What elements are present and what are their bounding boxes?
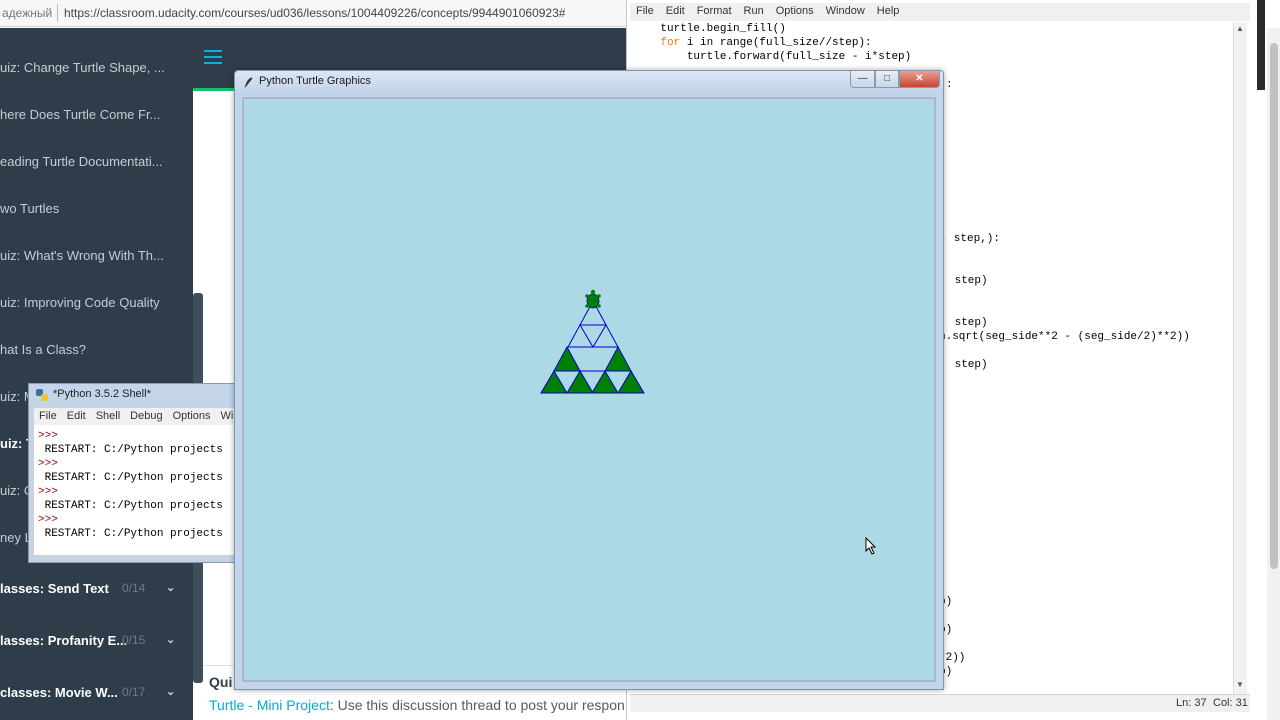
- sidebar-item-label: eading Turtle Documentati...: [0, 154, 163, 169]
- chevron-down-icon[interactable]: ⌄: [166, 581, 175, 594]
- shell-line: >>>: [38, 430, 58, 442]
- code-line: turtle.forward(full_size - i*step): [686, 51, 912, 63]
- discussion-body: : Use this discussion thread to post you…: [329, 697, 625, 713]
- turtle-window-title: Python Turtle Graphics: [259, 75, 371, 87]
- python-icon: [36, 389, 48, 401]
- sidebar-item[interactable]: here Does Turtle Come Fr...: [0, 107, 193, 122]
- code-line-fragment: step): [948, 317, 988, 329]
- feather-icon: [244, 77, 253, 88]
- menu-options[interactable]: Options: [168, 408, 216, 425]
- sidebar-item-label: hat Is a Class?: [0, 342, 86, 357]
- page-scrollbar-thumb[interactable]: [1270, 43, 1278, 569]
- filled-triangle: [617, 370, 645, 394]
- menu-edit[interactable]: Edit: [660, 3, 691, 21]
- sidebar-item[interactable]: uiz: Change Turtle Shape, ...: [0, 60, 193, 75]
- editor-statusbar: Ln: 37 Col: 31: [630, 694, 1250, 712]
- close-button[interactable]: ✕: [899, 71, 940, 88]
- editor-scrollbar[interactable]: ▲ ▼: [1233, 22, 1247, 694]
- course-sidebar: uiz: Change Turtle Shape, ... here Does …: [0, 28, 193, 720]
- editor-menubar: File Edit Format Run Options Window Help: [630, 3, 1250, 21]
- sidebar-lesson[interactable]: classes: Movie W... 0/17 ⌄: [0, 685, 193, 700]
- address-bar[interactable]: адежный https://classroom.udacity.com/co…: [0, 0, 626, 27]
- menu-edit[interactable]: Edit: [62, 408, 91, 425]
- line-number: Ln: 37: [1176, 697, 1207, 709]
- sidebar-item-label: uiz: What's Wrong With Th...: [0, 248, 164, 263]
- sidebar-lesson[interactable]: lasses: Profanity E... 0/15 ⌄: [0, 633, 193, 648]
- security-label: адежный: [2, 6, 53, 20]
- filled-triangle: [604, 345, 632, 372]
- sidebar-item-label: uiz: Improving Code Quality: [0, 295, 160, 310]
- code-line: for i in range(full_size//step):: [660, 37, 872, 49]
- code-line-fragment: step): [948, 275, 988, 287]
- scroll-down-icon[interactable]: ▼: [1236, 680, 1244, 689]
- shell-title: *Python 3.5.2 Shell*: [53, 388, 151, 400]
- menu-run[interactable]: Run: [738, 3, 770, 21]
- quiz-heading: Qui: [209, 674, 233, 690]
- shell-menubar: File Edit Shell Debug Options Wi: [34, 408, 240, 425]
- shell-line: RESTART: C:/Python projects: [38, 444, 223, 456]
- window-edge: [1254, 0, 1267, 720]
- column-number: Col: 31: [1213, 697, 1248, 709]
- url-text[interactable]: https://classroom.udacity.com/courses/ud…: [64, 6, 565, 20]
- filled-triangle: [566, 370, 594, 394]
- menu-shell[interactable]: Shell: [91, 408, 125, 425]
- filled-triangle: [540, 370, 568, 394]
- mouse-pointer-icon: [865, 537, 877, 555]
- sidebar-item[interactable]: hat Is a Class?: [0, 342, 193, 357]
- lesson-label: lasses: Profanity E...: [0, 633, 128, 648]
- hamburger-menu-icon[interactable]: [204, 50, 222, 64]
- shell-line: RESTART: C:/Python projects: [38, 528, 223, 540]
- menu-window[interactable]: Window: [820, 3, 871, 21]
- shell-output[interactable]: >>> RESTART: C:/Python projects >>> RESTA…: [34, 425, 240, 555]
- address-divider: [57, 4, 58, 22]
- code-line-fragment: step): [948, 359, 988, 371]
- sidebar-lesson[interactable]: lasses: Send Text 0/14 ⌄: [0, 581, 193, 596]
- lesson-progress-count: 0/15: [122, 633, 146, 647]
- sidebar-item-label: here Does Turtle Come Fr...: [0, 107, 161, 122]
- menu-file[interactable]: File: [34, 408, 62, 425]
- sidebar-item[interactable]: uiz: Improving Code Quality: [0, 295, 193, 310]
- menu-help[interactable]: Help: [871, 3, 906, 21]
- code-line: turtle.begin_fill(): [660, 23, 786, 35]
- discussion-text: Turtle - Mini Project: Use this discussi…: [209, 697, 629, 713]
- scroll-up-icon[interactable]: ▲: [1236, 24, 1244, 33]
- maximize-button[interactable]: □: [875, 71, 899, 88]
- filled-triangle: [553, 345, 581, 372]
- menu-options[interactable]: Options: [770, 3, 820, 21]
- menu-file[interactable]: File: [630, 3, 660, 21]
- lesson-progress-count: 0/14: [122, 581, 146, 595]
- lesson-label: classes: Movie W...: [0, 685, 118, 700]
- shell-titlebar[interactable]: *Python 3.5.2 Shell*: [29, 384, 241, 406]
- sidebar-item[interactable]: wo Turtles: [0, 201, 193, 216]
- shell-line: >>>: [38, 486, 58, 498]
- menu-format[interactable]: Format: [691, 3, 738, 21]
- chevron-down-icon[interactable]: ⌄: [166, 633, 175, 646]
- menu-debug[interactable]: Debug: [125, 408, 167, 425]
- mini-project-link[interactable]: Turtle - Mini Project: [209, 697, 330, 713]
- sidebar-item[interactable]: eading Turtle Documentati...: [0, 154, 193, 169]
- lesson-label: lasses: Send Text: [0, 581, 109, 596]
- shell-line: RESTART: C:/Python projects: [38, 472, 223, 484]
- turtle-icon: [585, 289, 601, 309]
- sidebar-item-label: uiz: Change Turtle Shape, ...: [0, 60, 165, 75]
- page-scrollbar[interactable]: [1267, 28, 1280, 720]
- shell-line: >>>: [38, 514, 58, 526]
- sidebar-item[interactable]: uiz: What's Wrong With Th...: [0, 248, 193, 263]
- chevron-down-icon[interactable]: ⌄: [166, 685, 175, 698]
- shell-line: RESTART: C:/Python projects: [38, 500, 223, 512]
- lesson-progress-count: 0/17: [122, 685, 146, 699]
- turtle-drawing: [540, 289, 645, 394]
- minimize-button[interactable]: —: [850, 71, 875, 88]
- sidebar-item-label: wo Turtles: [0, 201, 60, 216]
- code-line-fragment: :: [946, 79, 953, 91]
- outline-triangle: [579, 324, 607, 348]
- filled-triangle: [591, 370, 619, 394]
- code-line-fragment: h.sqrt(seg_side**2 - (seg_side/2)**2)): [939, 331, 1190, 343]
- shell-line: >>>: [38, 458, 58, 470]
